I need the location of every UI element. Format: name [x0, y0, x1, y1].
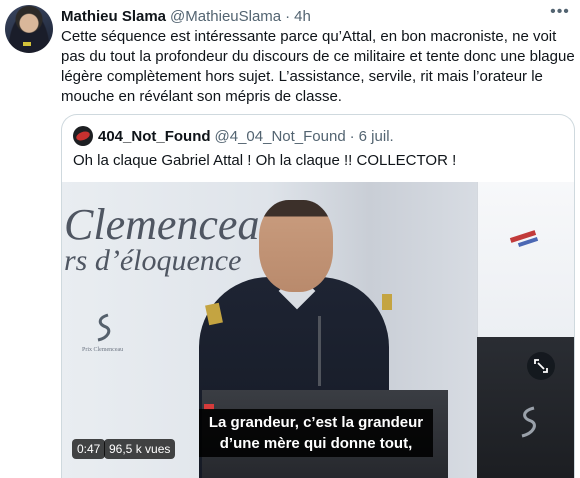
speaker-epaulette [382, 294, 392, 310]
author-avatar[interactable] [5, 5, 53, 53]
video-subtitle-line: La grandeur, c’est la grandeur [208, 414, 424, 431]
tweet-header: Mathieu Slama @MathieuSlama · 4h [61, 6, 311, 26]
quoted-author-avatar[interactable] [73, 126, 93, 146]
video-logo-caption: Prix Clemenceau [82, 347, 124, 353]
quoted-tweet-header: 404_Not_Found @4_04_Not_Found · 6 juil. [98, 126, 394, 146]
prix-logo-icon [97, 313, 111, 342]
projection-screen [477, 182, 574, 337]
tweet-text: Cette séquence est intéressante parce qu… [61, 28, 575, 105]
quoted-header-separator: · [349, 127, 355, 145]
video-view-count: 96,5 k vues [104, 439, 176, 459]
video-backdrop-title: Clemencea [64, 200, 260, 249]
more-horizontal-icon: ••• [550, 3, 570, 20]
author-name[interactable]: Mathieu Slama [61, 8, 166, 25]
author-handle[interactable]: @MathieuSlama [170, 8, 281, 25]
video-backdrop-subtitle: rs d’éloquence [64, 244, 242, 277]
quoted-author-name[interactable]: 404_Not_Found [98, 128, 211, 145]
header-separator: · [285, 7, 291, 25]
quoted-tweet-text: Oh la claque Gabriel Attal ! Oh la claqu… [73, 152, 457, 169]
speaker-head [259, 200, 333, 292]
tweet-timestamp[interactable]: 4h [294, 8, 311, 25]
quoted-tweet[interactable]: 404_Not_Found @4_04_Not_Found · 6 juil. … [61, 114, 575, 478]
quoted-author-handle[interactable]: @4_04_Not_Found [215, 128, 346, 145]
video-subtitle-line: d’une mère qui donne tout, [219, 435, 413, 452]
video-subtitle: La grandeur, c’est la grandeur d’une mèr… [199, 409, 433, 457]
microphone [318, 316, 321, 386]
stage-logo-icon [521, 406, 536, 438]
more-options-button[interactable]: ••• [546, 2, 574, 22]
video-duration: 0:47 [72, 439, 106, 459]
video-player[interactable]: Clemencea rs d’éloquence Prix Clemenceau… [62, 182, 574, 478]
fullscreen-button[interactable] [527, 352, 555, 380]
quoted-tweet-date[interactable]: 6 juil. [359, 128, 394, 145]
fullscreen-icon [534, 359, 548, 373]
